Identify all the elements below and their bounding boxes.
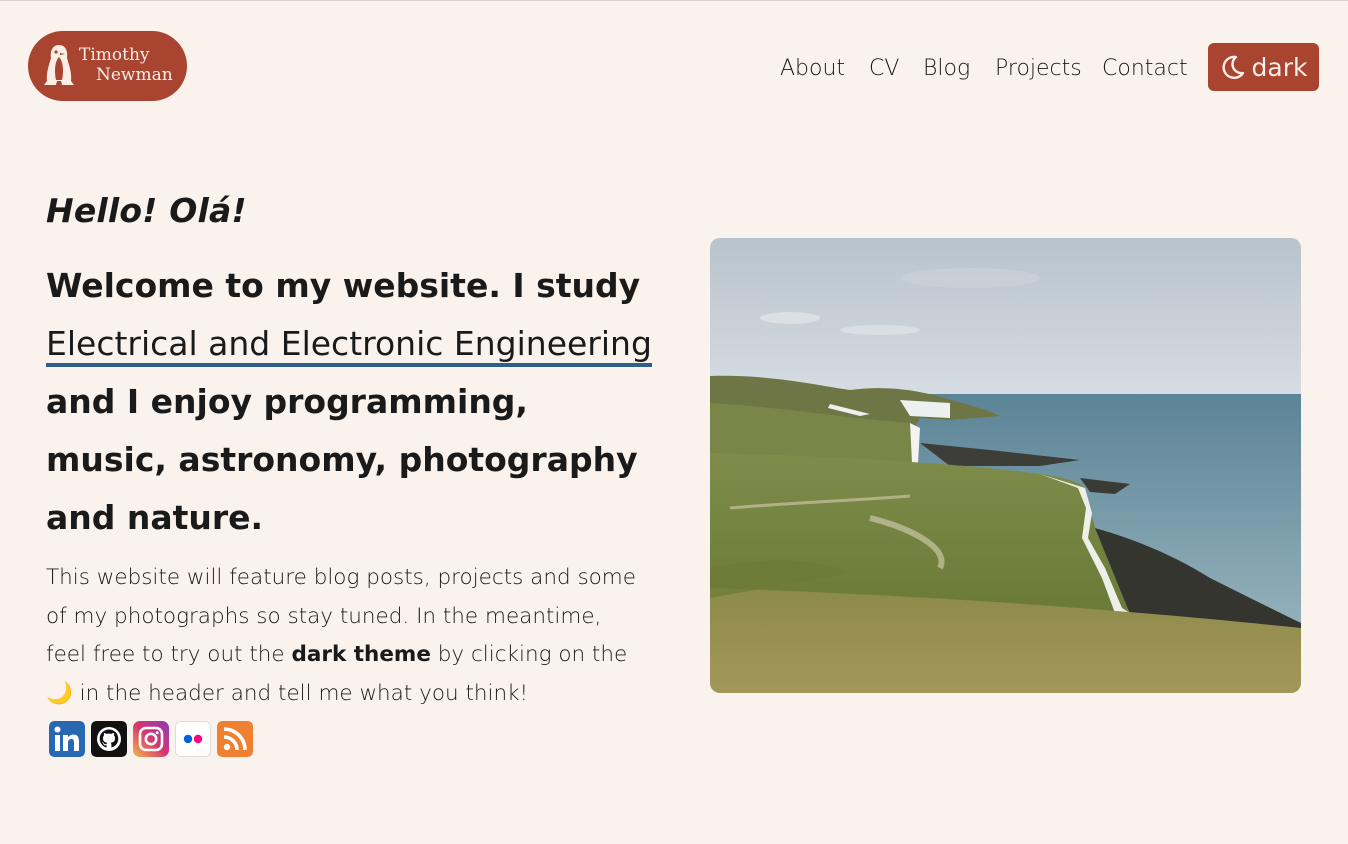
site-logo[interactable]: Timothy Newman [28, 31, 187, 101]
greeting: Hello! Olá! [46, 191, 247, 230]
nav-contact[interactable]: Contact [1102, 55, 1188, 83]
nav-projects[interactable]: Projects [995, 55, 1082, 83]
penguin-icon [44, 45, 74, 85]
dark-theme-emphasis: dark theme [291, 642, 431, 667]
dark-theme-button[interactable]: dark [1208, 43, 1319, 91]
logo-first-name: Timothy [79, 45, 150, 65]
coastal-cliffs-photo [710, 238, 1301, 693]
intro-paragraph: This website will feature blog posts, pr… [46, 559, 646, 713]
welcome-text-start: Welcome to my website. I study [46, 266, 641, 305]
instagram-icon[interactable] [133, 721, 169, 757]
nav-about[interactable]: About [780, 55, 845, 83]
welcome-text-end: and I enjoy programming, music, astronom… [46, 382, 638, 537]
linkedin-icon[interactable] [49, 721, 85, 757]
dark-theme-label: dark [1251, 52, 1308, 82]
logo-last-name: Newman [96, 65, 173, 85]
nav-blog[interactable]: Blog [923, 55, 970, 83]
moon-icon [1221, 55, 1244, 80]
welcome-heading: Welcome to my website. I study Electrica… [46, 257, 656, 547]
nav-cv[interactable]: CV [869, 55, 899, 83]
course-link[interactable]: Electrical and Electronic Engineering [46, 324, 652, 367]
rss-icon[interactable] [217, 721, 253, 757]
social-links [49, 721, 253, 757]
github-icon[interactable] [91, 721, 127, 757]
flickr-icon[interactable] [175, 721, 211, 757]
